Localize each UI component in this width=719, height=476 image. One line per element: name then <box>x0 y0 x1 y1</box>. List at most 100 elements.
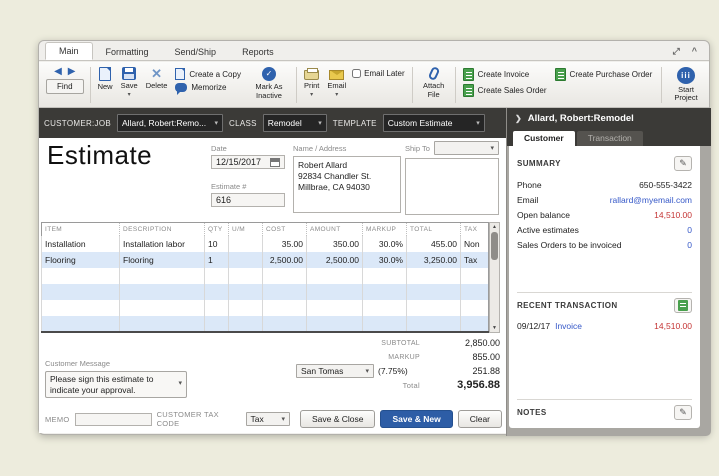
col-qty: QTY <box>204 222 229 236</box>
attach-file-button[interactable]: Attach File <box>416 65 452 105</box>
col-markup: MARKUP <box>362 222 407 236</box>
scroll-up-icon[interactable]: ▲ <box>492 223 497 231</box>
cell-amount[interactable]: 2,500.00 <box>306 251 363 268</box>
start-project-button[interactable]: iii Start Project <box>665 65 707 105</box>
save-dropdown-icon[interactable]: ▾ <box>128 92 131 98</box>
address-line: Robert Allard <box>298 160 348 170</box>
memo-label: MEMO <box>45 414 70 424</box>
cell-description[interactable]: Flooring <box>119 251 205 268</box>
empty-line-row[interactable] <box>41 283 489 300</box>
panel-header[interactable]: ❯ Allard, Robert:Remodel <box>507 108 711 128</box>
active-estimates-value[interactable]: 0 <box>687 225 692 235</box>
cell-markup[interactable]: 30.0% <box>362 251 407 268</box>
customer-message-dropdown[interactable]: Please sign this estimate to indicate yo… <box>45 371 187 399</box>
customer-job-dropdown[interactable]: Allard, Robert:Remo... ▾ <box>117 114 224 132</box>
email-link[interactable]: rallard@myemail.com <box>610 195 692 205</box>
cell-qty[interactable]: 10 <box>204 235 229 252</box>
clear-button[interactable]: Clear <box>457 410 502 428</box>
sales-orders-value[interactable]: 0 <box>687 240 692 250</box>
print-dropdown-icon[interactable]: ▾ <box>310 92 313 98</box>
new-button[interactable]: New <box>94 65 117 105</box>
panel-card: SUMMARY ✎ Phone 650-555-3422 Email ralla… <box>509 146 700 428</box>
cell-tax[interactable]: Non <box>460 235 489 252</box>
markup-value: 855.00 <box>472 352 500 362</box>
cell-total[interactable]: 3,250.00 <box>406 251 461 268</box>
new-transaction-button[interactable] <box>674 298 692 313</box>
edit-summary-button[interactable]: ✎ <box>674 156 692 171</box>
address-line: Millbrae, CA 94030 <box>298 182 370 193</box>
edit-notes-button[interactable]: ✎ <box>674 405 692 420</box>
email-dropdown-icon[interactable]: ▾ <box>335 92 338 98</box>
delete-button[interactable]: ✕ Delete <box>142 65 172 105</box>
phone-label: Phone <box>517 179 542 190</box>
cell-cost[interactable]: 35.00 <box>262 235 307 252</box>
cell-cost[interactable]: 2,500.00 <box>262 251 307 268</box>
find-button[interactable]: Find <box>46 79 84 94</box>
empty-line-row[interactable] <box>41 315 489 332</box>
template-dropdown[interactable]: Custom Estimate ▾ <box>382 114 485 132</box>
memorize-button[interactable]: Memorize <box>175 83 241 95</box>
customer-tax-code-dropdown[interactable]: Tax ▾ <box>245 412 290 426</box>
tab-main[interactable]: Main <box>45 42 93 60</box>
cell-markup[interactable]: 30.0% <box>362 235 407 252</box>
grid-scrollbar[interactable]: ▲ ▼ <box>489 222 500 333</box>
empty-line-row[interactable] <box>41 299 489 316</box>
cell-qty[interactable]: 1 <box>204 251 229 268</box>
create-purchase-order-button[interactable]: Create Purchase Order <box>554 68 652 81</box>
open-balance-value[interactable]: 14,510.00 <box>654 210 692 220</box>
ship-to-box[interactable] <box>405 158 499 215</box>
save-and-close-button[interactable]: Save & Close <box>299 410 376 428</box>
delete-x-icon: ✕ <box>151 66 162 81</box>
panel-tab-transaction[interactable]: Transaction <box>576 131 643 146</box>
pencil-icon: ✎ <box>679 407 687 417</box>
collapse-ribbon-icon[interactable]: ^ <box>692 46 697 57</box>
email-later-checkbox[interactable] <box>352 69 362 78</box>
tab-sendship[interactable]: Send/Ship <box>162 44 230 60</box>
forward-arrow-icon[interactable]: ▶ <box>68 66 76 77</box>
memo-input[interactable] <box>74 412 152 426</box>
tab-formatting[interactable]: Formatting <box>93 44 162 60</box>
estimate-number-value: 616 <box>216 195 232 205</box>
cell-item[interactable]: Flooring <box>41 251 120 268</box>
estimate-number-input[interactable]: 616 <box>211 193 285 207</box>
form-footer: MEMO CUSTOMER TAX CODE Tax ▾ Save & Clos… <box>45 409 502 429</box>
print-button[interactable]: Print ▾ <box>300 65 323 105</box>
calendar-icon[interactable] <box>270 157 280 167</box>
cell-description[interactable]: Installation labor <box>119 235 205 252</box>
save-button[interactable]: Save ▾ <box>117 65 142 105</box>
cell-amount[interactable]: 350.00 <box>306 235 363 252</box>
back-arrow-icon[interactable]: ◀ <box>54 66 62 77</box>
expand-panel-icon[interactable]: ❯ <box>515 114 522 123</box>
tax-amount-value: 251.88 <box>472 366 500 376</box>
tab-reports[interactable]: Reports <box>229 44 287 60</box>
cell-um[interactable] <box>228 251 263 268</box>
empty-line-row[interactable] <box>41 267 489 284</box>
cell-item[interactable]: Installation <box>41 235 120 252</box>
cell-tax[interactable]: Tax <box>460 251 489 268</box>
cell-total[interactable]: 455.00 <box>406 235 461 252</box>
restore-window-icon[interactable]: ⤢ <box>673 46 680 57</box>
main-toolbar: ◀ ▶ Find New Save ▾ ✕ Delete Create a Co… <box>39 62 709 108</box>
save-and-new-button[interactable]: Save & New <box>380 410 453 428</box>
transaction-type-link[interactable]: Invoice <box>555 321 582 331</box>
email-button[interactable]: Email ▾ <box>323 65 350 105</box>
col-total: TOTAL <box>406 222 461 236</box>
email-label: Email <box>327 81 347 90</box>
line-item-row: Flooring Flooring 1 2,500.00 2,500.00 30… <box>41 251 489 268</box>
mark-as-inactive-button[interactable]: ✓ Mark As Inactive <box>245 65 293 105</box>
date-input[interactable]: 12/15/2017 <box>211 155 285 169</box>
scroll-down-icon[interactable]: ▼ <box>492 324 497 332</box>
name-address-box[interactable]: Robert Allard 92834 Chandler St. Millbra… <box>293 156 401 213</box>
panel-tab-customer[interactable]: Customer <box>513 131 575 146</box>
scrollbar-thumb[interactable] <box>491 232 498 260</box>
cell-um[interactable] <box>228 235 263 252</box>
memorize-bubble-icon <box>175 83 188 95</box>
form-title: Estimate <box>47 140 153 170</box>
ship-to-dropdown[interactable]: ▾ <box>433 141 499 155</box>
memorize-label: Memorize <box>191 83 227 92</box>
tax-item-dropdown[interactable]: San Tomas ▾ <box>296 364 374 378</box>
class-dropdown[interactable]: Remodel ▾ <box>262 114 327 132</box>
create-sales-order-button[interactable]: Create Sales Order <box>462 84 547 97</box>
create-invoice-button[interactable]: Create Invoice <box>462 68 547 81</box>
create-copy-button[interactable]: Create a Copy <box>175 68 241 80</box>
